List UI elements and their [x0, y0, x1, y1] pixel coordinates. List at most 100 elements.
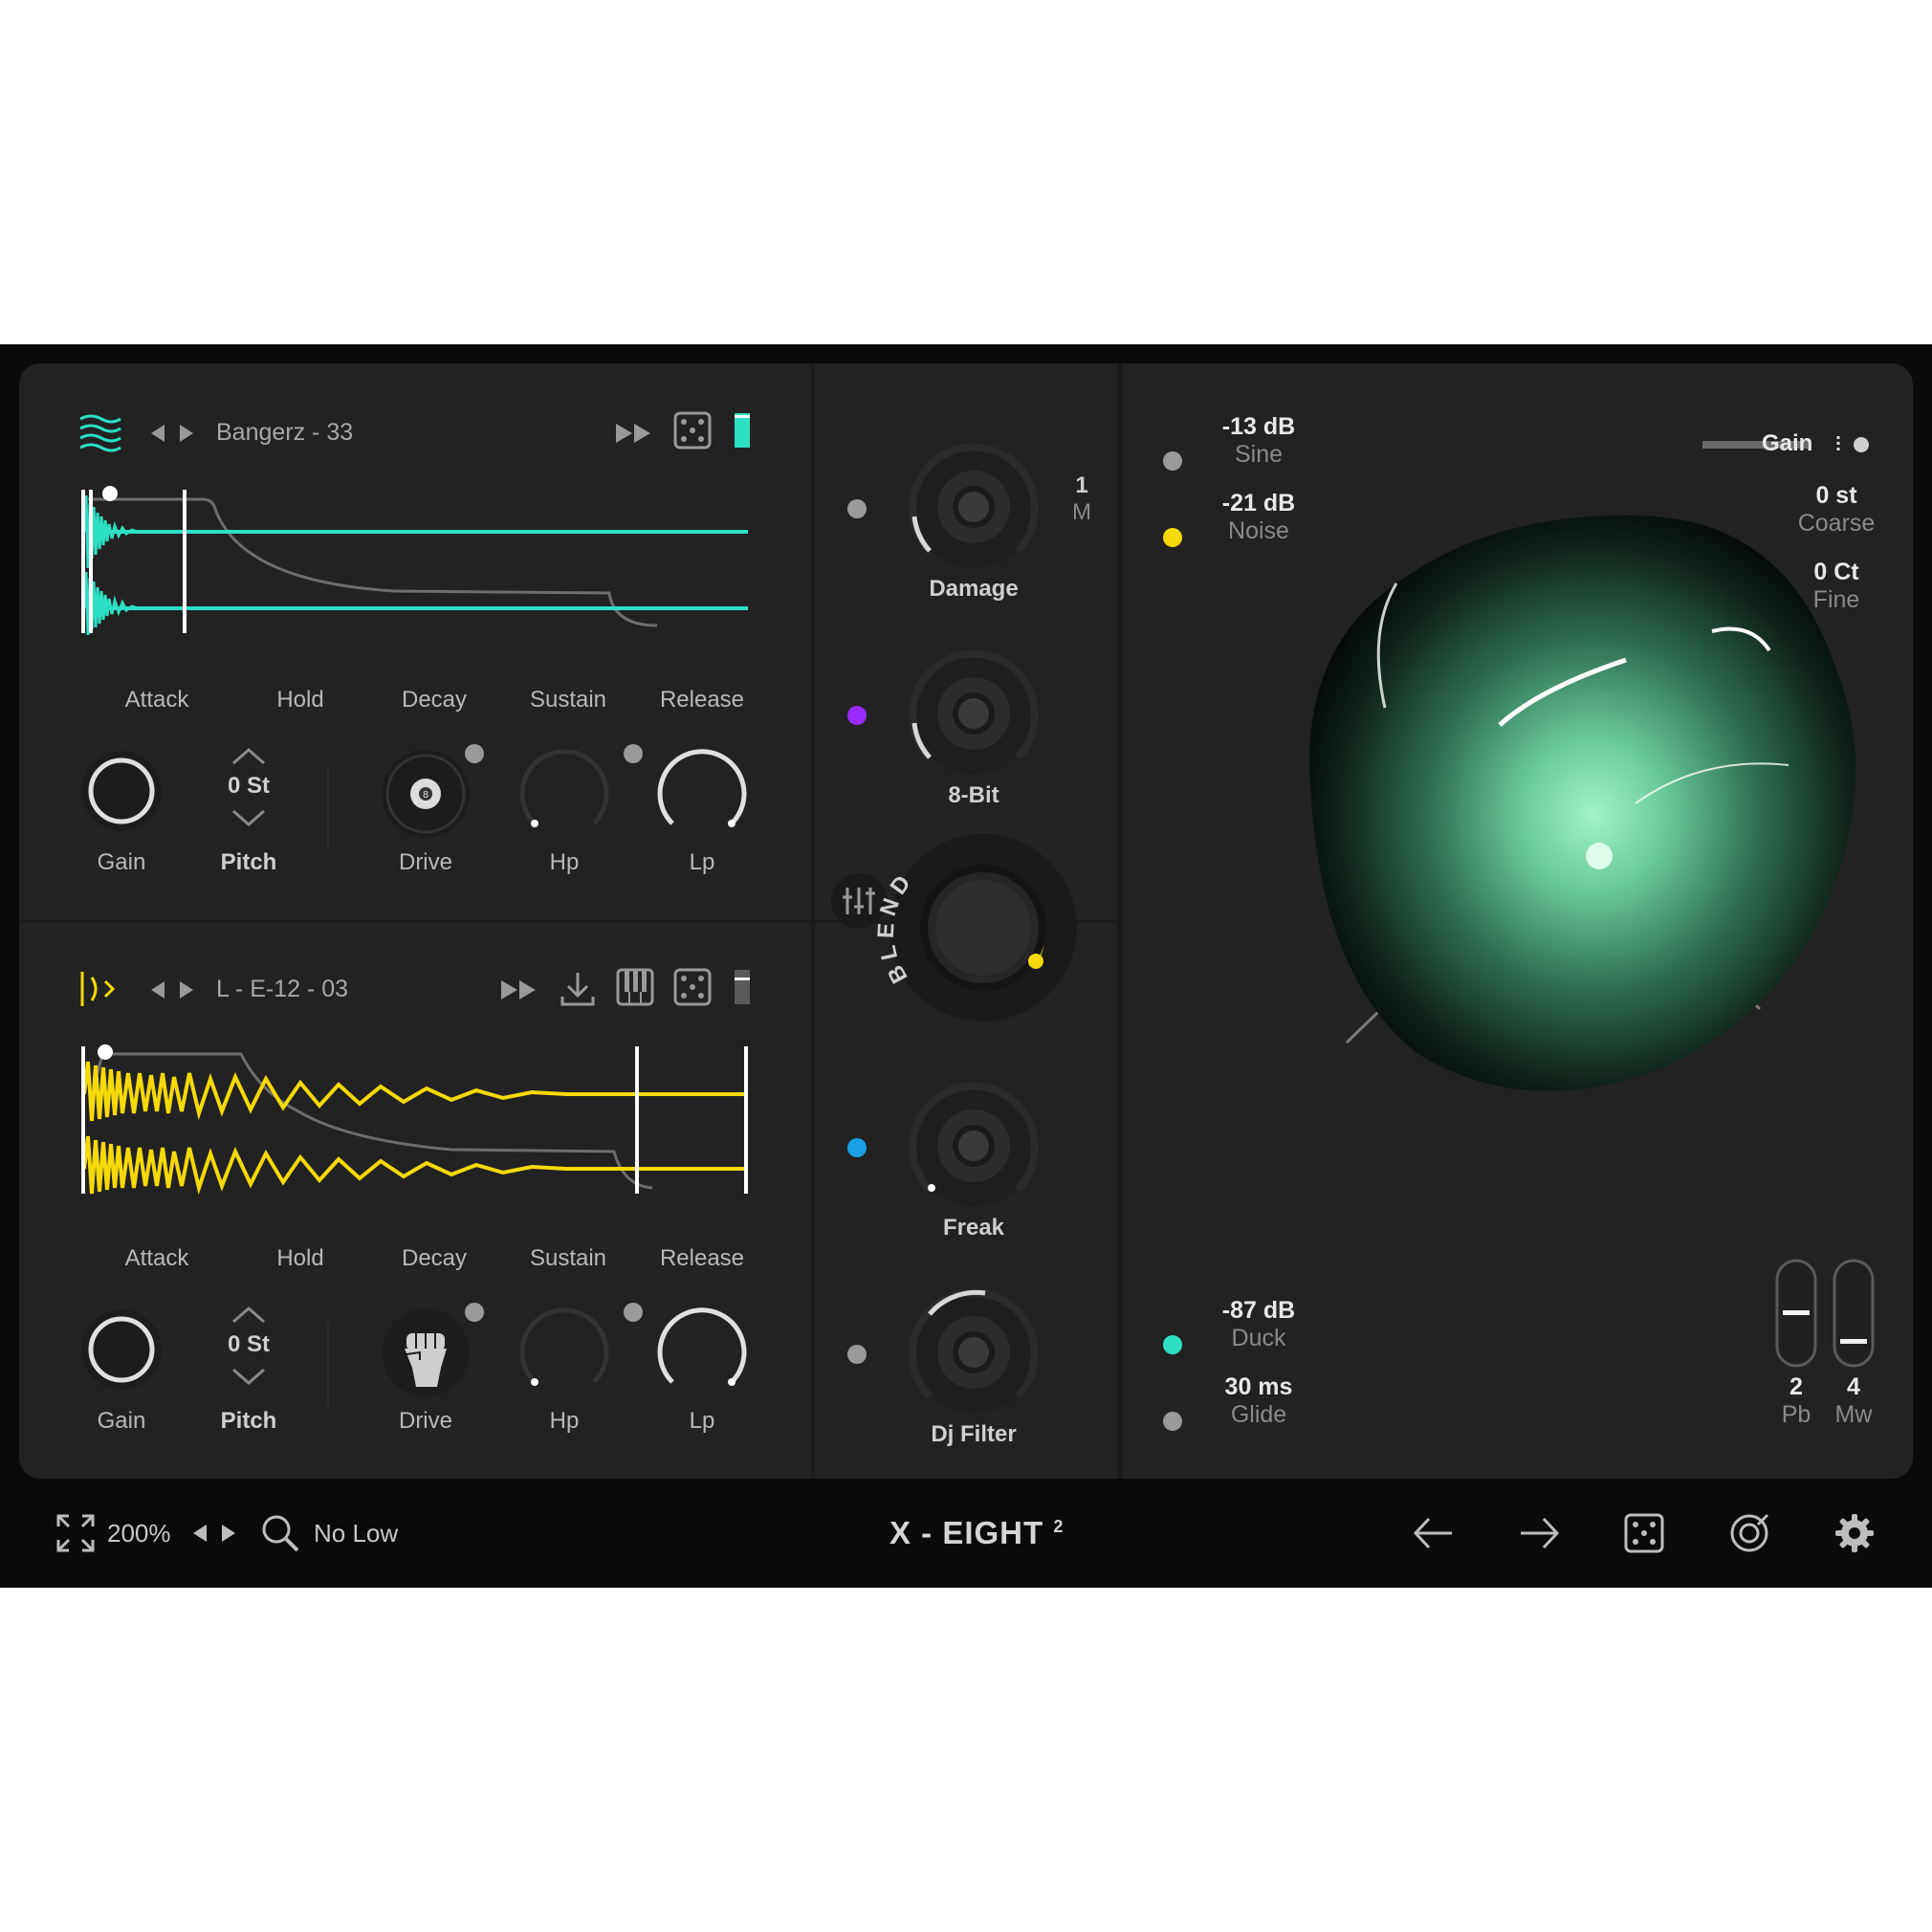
search-icon[interactable]: [260, 1513, 300, 1558]
knob-group-divider: [327, 1322, 329, 1408]
layer2-pitch-label: Pitch: [220, 1408, 277, 1434]
release-label: Release: [659, 687, 745, 713]
pb-readout: 2 Pb: [1767, 1373, 1825, 1429]
product-title: X - EIGHT 2: [889, 1515, 1064, 1551]
fast-forward-icon[interactable]: [614, 421, 654, 450]
prev-preset-icon[interactable]: [147, 979, 168, 1005]
damage-mode-bottom[interactable]: M: [1067, 499, 1096, 526]
undo-arrow-icon[interactable]: [1412, 1513, 1456, 1558]
waves-icon[interactable]: [78, 413, 122, 458]
layer2-pitch-value[interactable]: 0 St: [210, 1331, 287, 1358]
glide-readout[interactable]: 30 ms Glide: [1201, 1373, 1316, 1429]
redo-arrow-icon[interactable]: [1517, 1513, 1561, 1558]
layer1-hp-knob[interactable]: [516, 746, 612, 842]
drive-mod-dot[interactable]: [465, 1303, 484, 1322]
prev-preset-icon[interactable]: [147, 423, 168, 449]
attack-label: Attack: [124, 687, 189, 713]
sine-mod-dot[interactable]: [1163, 451, 1182, 471]
next-preset-icon[interactable]: [176, 423, 197, 449]
pitch-up-icon[interactable]: [230, 1305, 268, 1330]
next-icon[interactable]: [218, 1523, 239, 1548]
layer1-gain-knob[interactable]: [78, 748, 165, 834]
release-label: Release: [659, 1245, 745, 1271]
layer-level-meter[interactable]: [733, 411, 752, 454]
freak-mod-dot[interactable]: [847, 1138, 867, 1157]
decay-label: Decay: [401, 1245, 468, 1271]
mw-readout: 4 Mw: [1825, 1373, 1882, 1429]
expand-icon[interactable]: [55, 1513, 96, 1558]
layer2-hp-label: Hp: [549, 1408, 580, 1434]
attack-label: Attack: [124, 1245, 189, 1271]
dice-icon[interactable]: [673, 411, 712, 454]
layer1-waveform[interactable]: [78, 486, 777, 642]
glide-mod-dot[interactable]: [1163, 1412, 1182, 1431]
hp-mod-dot[interactable]: [624, 1303, 643, 1322]
mw-value: 4: [1847, 1373, 1860, 1400]
mod-wheel[interactable]: [1833, 1259, 1875, 1372]
glide-value: 30 ms: [1224, 1373, 1293, 1400]
svg-text:8: 8: [423, 790, 428, 801]
target-icon[interactable]: [1729, 1513, 1769, 1558]
orb-visualizer[interactable]: [1253, 478, 1903, 1153]
hold-label: Hold: [276, 1245, 324, 1271]
mw-label: Mw: [1834, 1401, 1873, 1428]
main-panel: Bangerz - 33 Attack Hold Decay Sustain R…: [19, 363, 1913, 1479]
layer1-hp-label: Hp: [549, 849, 580, 875]
pitch-bend-wheel[interactable]: [1775, 1259, 1817, 1372]
layer1-preset-name[interactable]: Bangerz - 33: [216, 419, 353, 447]
bitcrush-knob[interactable]: [897, 637, 1050, 790]
layer2-drive-label: Drive: [398, 1408, 452, 1434]
pb-label: Pb: [1781, 1401, 1811, 1428]
gain-label: Gain: [1762, 430, 1813, 456]
hp-mod-dot[interactable]: [624, 744, 643, 763]
layer1-drive-knob[interactable]: 8: [378, 746, 473, 842]
randomize-dice-icon[interactable]: [1624, 1513, 1664, 1558]
drive-mod-dot[interactable]: [465, 744, 484, 763]
layer2-hp-knob[interactable]: [516, 1305, 612, 1400]
dice-icon[interactable]: [673, 968, 712, 1011]
column-divider: [1117, 363, 1123, 1479]
layer1-lp-label: Lp: [689, 849, 715, 875]
duck-label: Duck: [1231, 1325, 1286, 1351]
sustain-label: Sustain: [529, 1245, 607, 1271]
next-preset-icon[interactable]: [176, 979, 197, 1005]
djfilter-knob[interactable]: [897, 1276, 1050, 1429]
fast-forward-icon[interactable]: [499, 977, 539, 1007]
sine-readout[interactable]: -13 dB Sine: [1201, 413, 1316, 469]
freak-label: Freak: [942, 1215, 1005, 1240]
bottom-bar: 200% No Low X - EIGHT 2: [0, 1479, 1932, 1588]
sine-label: Sine: [1234, 441, 1284, 468]
transient-icon[interactable]: [78, 970, 122, 1013]
djfilter-mod-dot[interactable]: [847, 1345, 867, 1364]
layer-level-meter[interactable]: [733, 968, 752, 1011]
settings-gear-icon[interactable]: [1834, 1513, 1875, 1558]
layer1-gain-label: Gain: [97, 849, 146, 875]
blend-knob[interactable]: BLEND: [870, 824, 1077, 1031]
bitcrush-mod-dot[interactable]: [847, 706, 867, 725]
damage-mod-dot[interactable]: [847, 499, 867, 518]
damage-knob[interactable]: [897, 430, 1050, 583]
djfilter-label: Dj Filter: [931, 1421, 1017, 1447]
layer2-gain-knob[interactable]: [78, 1306, 165, 1393]
layer2-preset-name[interactable]: L - E-12 - 03: [216, 976, 348, 1003]
download-icon[interactable]: [559, 970, 597, 1013]
piano-icon[interactable]: [616, 968, 654, 1011]
zoom-level[interactable]: 200%: [107, 1519, 171, 1548]
pitch-down-icon[interactable]: [230, 1366, 268, 1392]
layer2-lp-knob[interactable]: [654, 1305, 750, 1400]
pitch-up-icon[interactable]: [230, 746, 268, 772]
freak-knob[interactable]: [897, 1069, 1050, 1222]
pitch-down-icon[interactable]: [230, 807, 268, 833]
duck-mod-dot[interactable]: [1163, 1335, 1182, 1354]
layer1-pitch-value[interactable]: 0 St: [210, 773, 287, 800]
noise-mod-dot[interactable]: [1163, 528, 1182, 547]
layer2-waveform[interactable]: [78, 1044, 777, 1200]
product-version: 2: [1053, 1517, 1065, 1536]
damage-mode-top[interactable]: 1: [1067, 472, 1096, 499]
duck-readout[interactable]: -87 dB Duck: [1201, 1297, 1316, 1352]
layer1-lp-knob[interactable]: [654, 746, 750, 842]
quality-mode[interactable]: No Low: [314, 1519, 398, 1548]
pb-value: 2: [1789, 1373, 1803, 1400]
prev-icon[interactable]: [189, 1523, 210, 1548]
layer2-drive-knob[interactable]: [378, 1305, 473, 1400]
